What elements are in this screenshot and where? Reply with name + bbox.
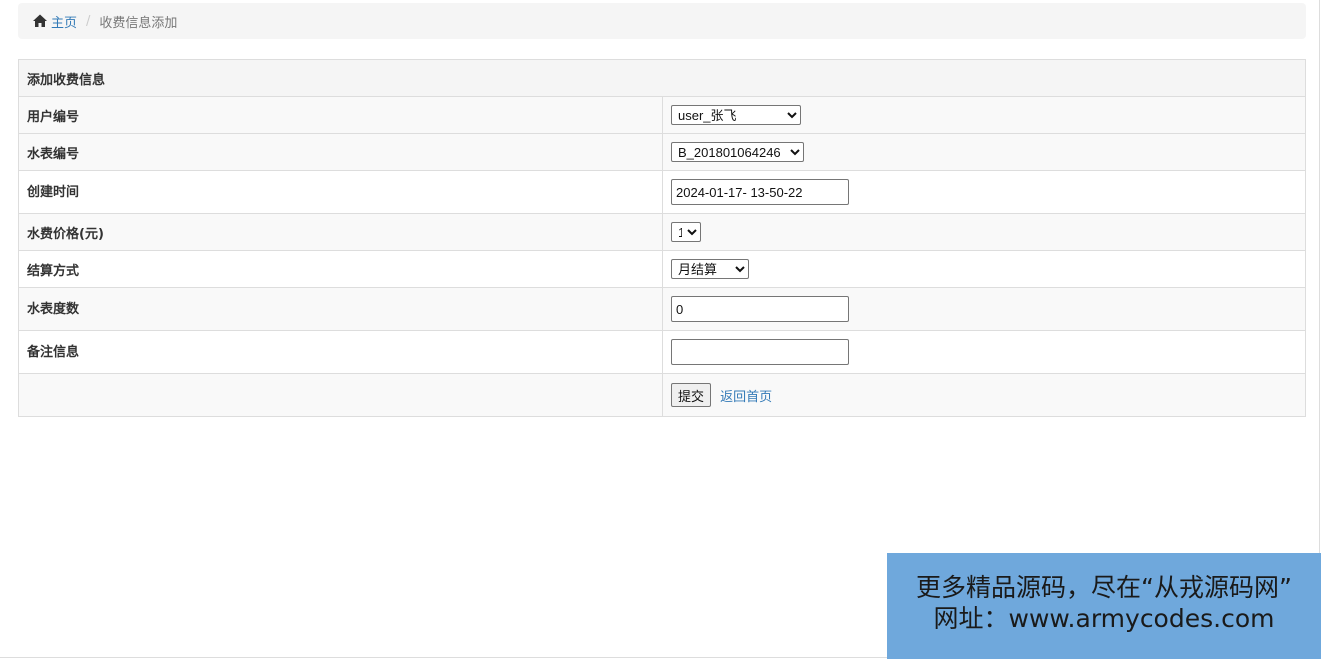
actions-cell: 提交 返回首页 xyxy=(662,373,1306,417)
row-settlement: 结算方式 月结算 xyxy=(18,250,1306,288)
form-title: 添加收费信息 xyxy=(18,59,1306,97)
remark-cell xyxy=(662,330,1306,374)
meter-reading-input[interactable] xyxy=(671,296,849,322)
submit-button[interactable]: 提交 xyxy=(671,383,712,407)
price-select[interactable]: 1 xyxy=(671,222,701,242)
actions-empty-cell xyxy=(18,373,663,417)
meter-reading-label: 水表度数 xyxy=(18,287,663,331)
meter-id-select[interactable]: B_201801064246 xyxy=(671,142,804,162)
user-id-cell: user_张飞 xyxy=(662,96,1306,134)
user-id-select[interactable]: user_张飞 xyxy=(671,105,801,125)
meter-id-cell: B_201801064246 xyxy=(662,133,1306,171)
row-user-id: 用户编号 user_张飞 xyxy=(18,96,1306,134)
remark-label: 备注信息 xyxy=(18,330,663,374)
back-home-link[interactable]: 返回首页 xyxy=(720,390,772,405)
promo-line-2: 网址：www.armycodes.com xyxy=(933,604,1275,633)
row-actions: 提交 返回首页 xyxy=(18,373,1306,417)
breadcrumb-home-link[interactable]: 主页 xyxy=(51,12,77,31)
price-cell: 1 xyxy=(662,213,1306,251)
meter-reading-cell xyxy=(662,287,1306,331)
row-created-time: 创建时间 xyxy=(18,170,1306,214)
price-label: 水费价格(元) xyxy=(18,213,663,251)
fee-form-table: 添加收费信息 用户编号 user_张飞 水表编号 B_201801064246 … xyxy=(18,59,1306,417)
promo-line-1: 更多精品源码，尽在“从戎源码网” xyxy=(916,573,1292,602)
settlement-select[interactable]: 月结算 xyxy=(671,259,749,279)
row-remark: 备注信息 xyxy=(18,330,1306,374)
promo-banner: 更多精品源码，尽在“从戎源码网” 网址：www.armycodes.com xyxy=(887,553,1321,659)
row-meter-id: 水表编号 B_201801064246 xyxy=(18,133,1306,171)
home-icon[interactable] xyxy=(32,13,48,29)
created-time-input[interactable] xyxy=(671,179,849,205)
created-time-cell xyxy=(662,170,1306,214)
settlement-label: 结算方式 xyxy=(18,250,663,288)
breadcrumb-current: 收费信息添加 xyxy=(99,15,178,31)
remark-input[interactable] xyxy=(671,339,849,365)
row-price: 水费价格(元) 1 xyxy=(18,213,1306,251)
created-time-label: 创建时间 xyxy=(18,170,663,214)
settlement-cell: 月结算 xyxy=(662,250,1306,288)
user-id-label: 用户编号 xyxy=(18,96,663,134)
meter-id-label: 水表编号 xyxy=(18,133,663,171)
row-meter-reading: 水表度数 xyxy=(18,287,1306,331)
breadcrumb-separator: / xyxy=(86,13,91,29)
breadcrumb: 主页 / 收费信息添加 xyxy=(18,3,1306,39)
form-title-row: 添加收费信息 xyxy=(18,59,1306,97)
